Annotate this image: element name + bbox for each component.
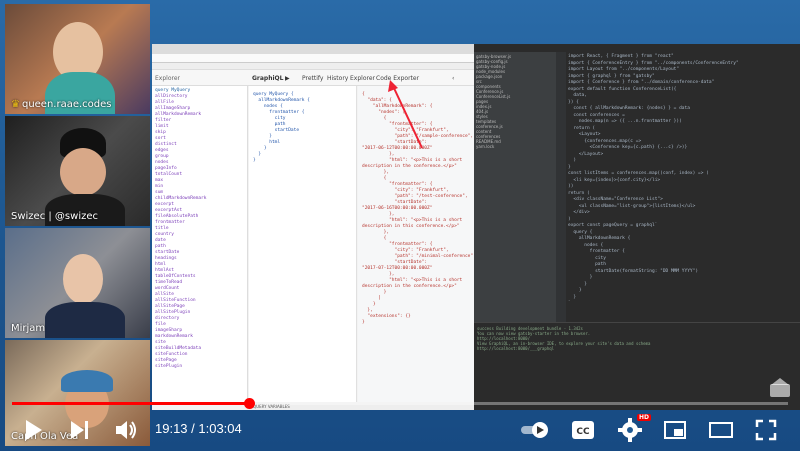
terminal-line: http://localhost:8000/___graphql xyxy=(477,346,555,351)
terminal-panel[interactable]: success Building development bundle - 1.… xyxy=(474,322,800,410)
participant-shirt xyxy=(45,302,125,338)
prettify-button[interactable]: Prettify xyxy=(302,75,323,82)
graphiql-explorer: query MyQuery allDirectory allFile allImag… xyxy=(152,86,248,402)
autoplay-toggle-icon[interactable] xyxy=(520,419,552,441)
graphiql-title: GraphiQL xyxy=(252,75,284,82)
explorer-item[interactable]: sitePlugin xyxy=(155,364,244,370)
volume-icon[interactable] xyxy=(114,418,138,442)
project-tree: gatsby-browser.js gatsby-config.js gatsby-… xyxy=(474,52,556,322)
browser-bookmarks-bar xyxy=(152,63,474,70)
result-line: } xyxy=(362,320,365,325)
svg-text:CC: CC xyxy=(576,427,590,437)
participant-tile-1: ♛ queen.raae.codes xyxy=(5,4,150,114)
next-icon[interactable] xyxy=(69,419,91,441)
graphiql-toolbar: Explorer GraphiQL ▶ Prettify History Exp… xyxy=(152,70,474,86)
project-tree-item[interactable]: yarn.lock xyxy=(476,144,554,149)
participant-headset xyxy=(61,370,113,392)
code-editor-window: gatsby-browser.js gatsby-config.js gatsby-… xyxy=(474,44,800,410)
participant-tile-3: Mirjam xyxy=(5,228,150,338)
browser-address-bar[interactable] xyxy=(152,54,474,63)
browser-tab-bar[interactable] xyxy=(152,44,474,54)
participant-name: ♛ queen.raae.codes xyxy=(11,99,112,110)
explorer-button[interactable]: Explorer xyxy=(350,75,375,82)
query-editor[interactable]: query MyQuery { allMarkdownRemark { node… xyxy=(249,86,357,402)
participant-face xyxy=(60,148,106,196)
query-line: } xyxy=(253,158,256,163)
channel-watermark-icon[interactable] xyxy=(769,378,791,398)
editor-code[interactable]: import React, { Fragment } from "react" i… xyxy=(566,52,800,322)
browser-window: Explorer GraphiQL ▶ Prettify History Exp… xyxy=(152,44,474,410)
crown-icon: ♛ xyxy=(11,99,20,110)
miniplayer-icon[interactable] xyxy=(663,420,687,440)
play-icon[interactable] xyxy=(24,418,44,442)
settings-gear-icon[interactable] xyxy=(618,418,642,442)
time-display: 19:13 / 1:03:04 xyxy=(155,421,242,436)
screen-share: Explorer GraphiQL ▶ Prettify History Exp… xyxy=(152,44,800,410)
code-line: ` xyxy=(568,301,571,306)
theater-mode-icon[interactable] xyxy=(708,420,734,440)
result-viewer: { "data": { "allMarkdownRemark": { "node… xyxy=(358,86,474,402)
code-exporter-button[interactable]: Code Exporter xyxy=(376,75,419,82)
progress-played xyxy=(12,402,249,405)
fullscreen-icon[interactable] xyxy=(755,419,777,441)
participant-name: Mirjam xyxy=(11,323,46,334)
run-query-icon[interactable]: ▶ xyxy=(285,75,290,82)
participant-name: Swizec | @swizec xyxy=(11,211,98,222)
explorer-title: Explorer xyxy=(155,75,180,82)
hd-badge: HD xyxy=(637,414,652,421)
editor-gutter xyxy=(556,52,566,322)
docs-chevron-icon[interactable]: ‹ xyxy=(452,75,454,82)
history-button[interactable]: History xyxy=(327,75,348,82)
player-controls: 19:13 / 1:03:04 CC HD xyxy=(0,410,800,451)
progress-scrubber[interactable] xyxy=(243,398,255,409)
participant-face xyxy=(63,254,103,304)
participant-tile-2: Swizec | @swizec xyxy=(5,116,150,226)
captions-icon[interactable]: CC xyxy=(571,420,595,440)
progress-bar[interactable] xyxy=(12,398,788,409)
